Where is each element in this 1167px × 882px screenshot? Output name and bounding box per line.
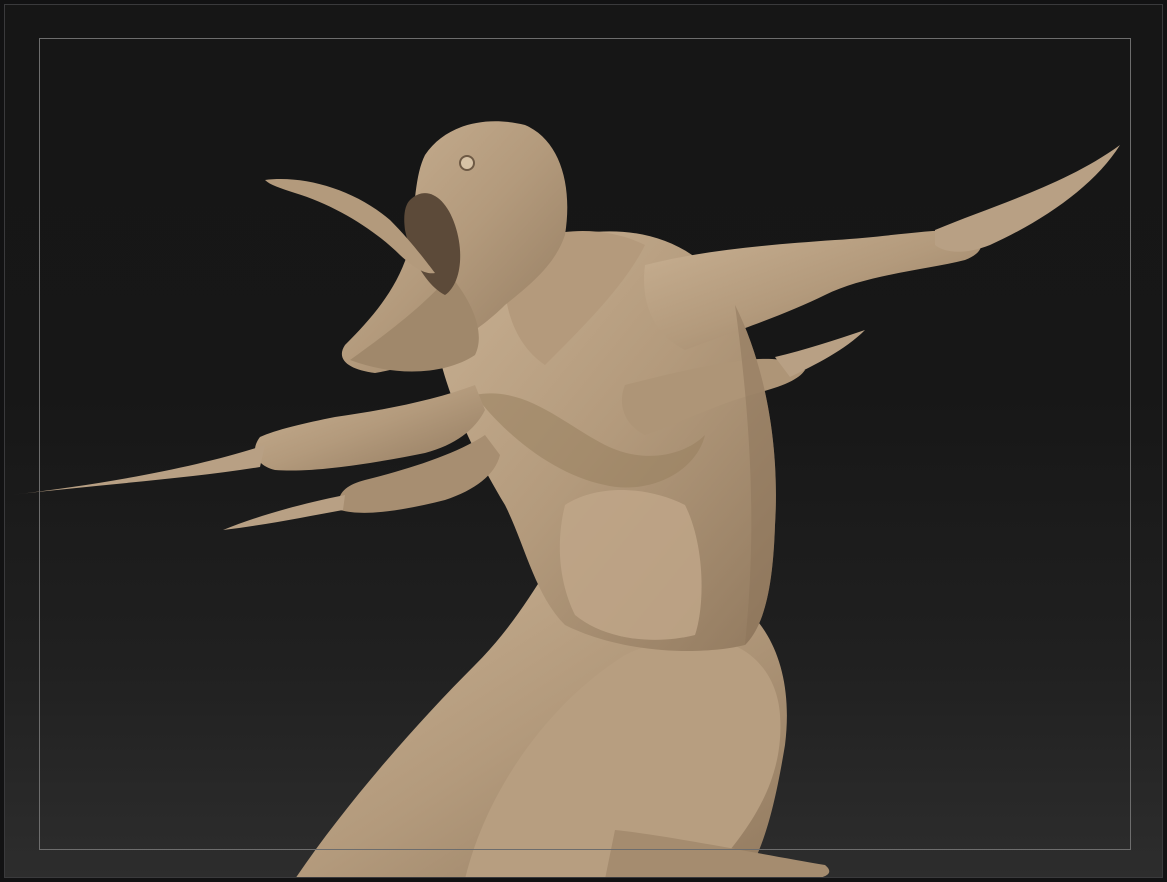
sculpt-app [0,0,1167,882]
creature-left-claw-upper [10,445,265,495]
3d-viewport[interactable] [4,4,1163,878]
creature-right-arm-upper [644,230,982,350]
creature-right-claw-upper [935,145,1120,252]
sculpted-creature-model[interactable] [5,5,1163,878]
creature-abs [559,490,702,640]
creature-left-claw-lower [223,495,345,530]
creature-right-claw-lower [775,330,865,377]
creature-eye [459,155,475,171]
